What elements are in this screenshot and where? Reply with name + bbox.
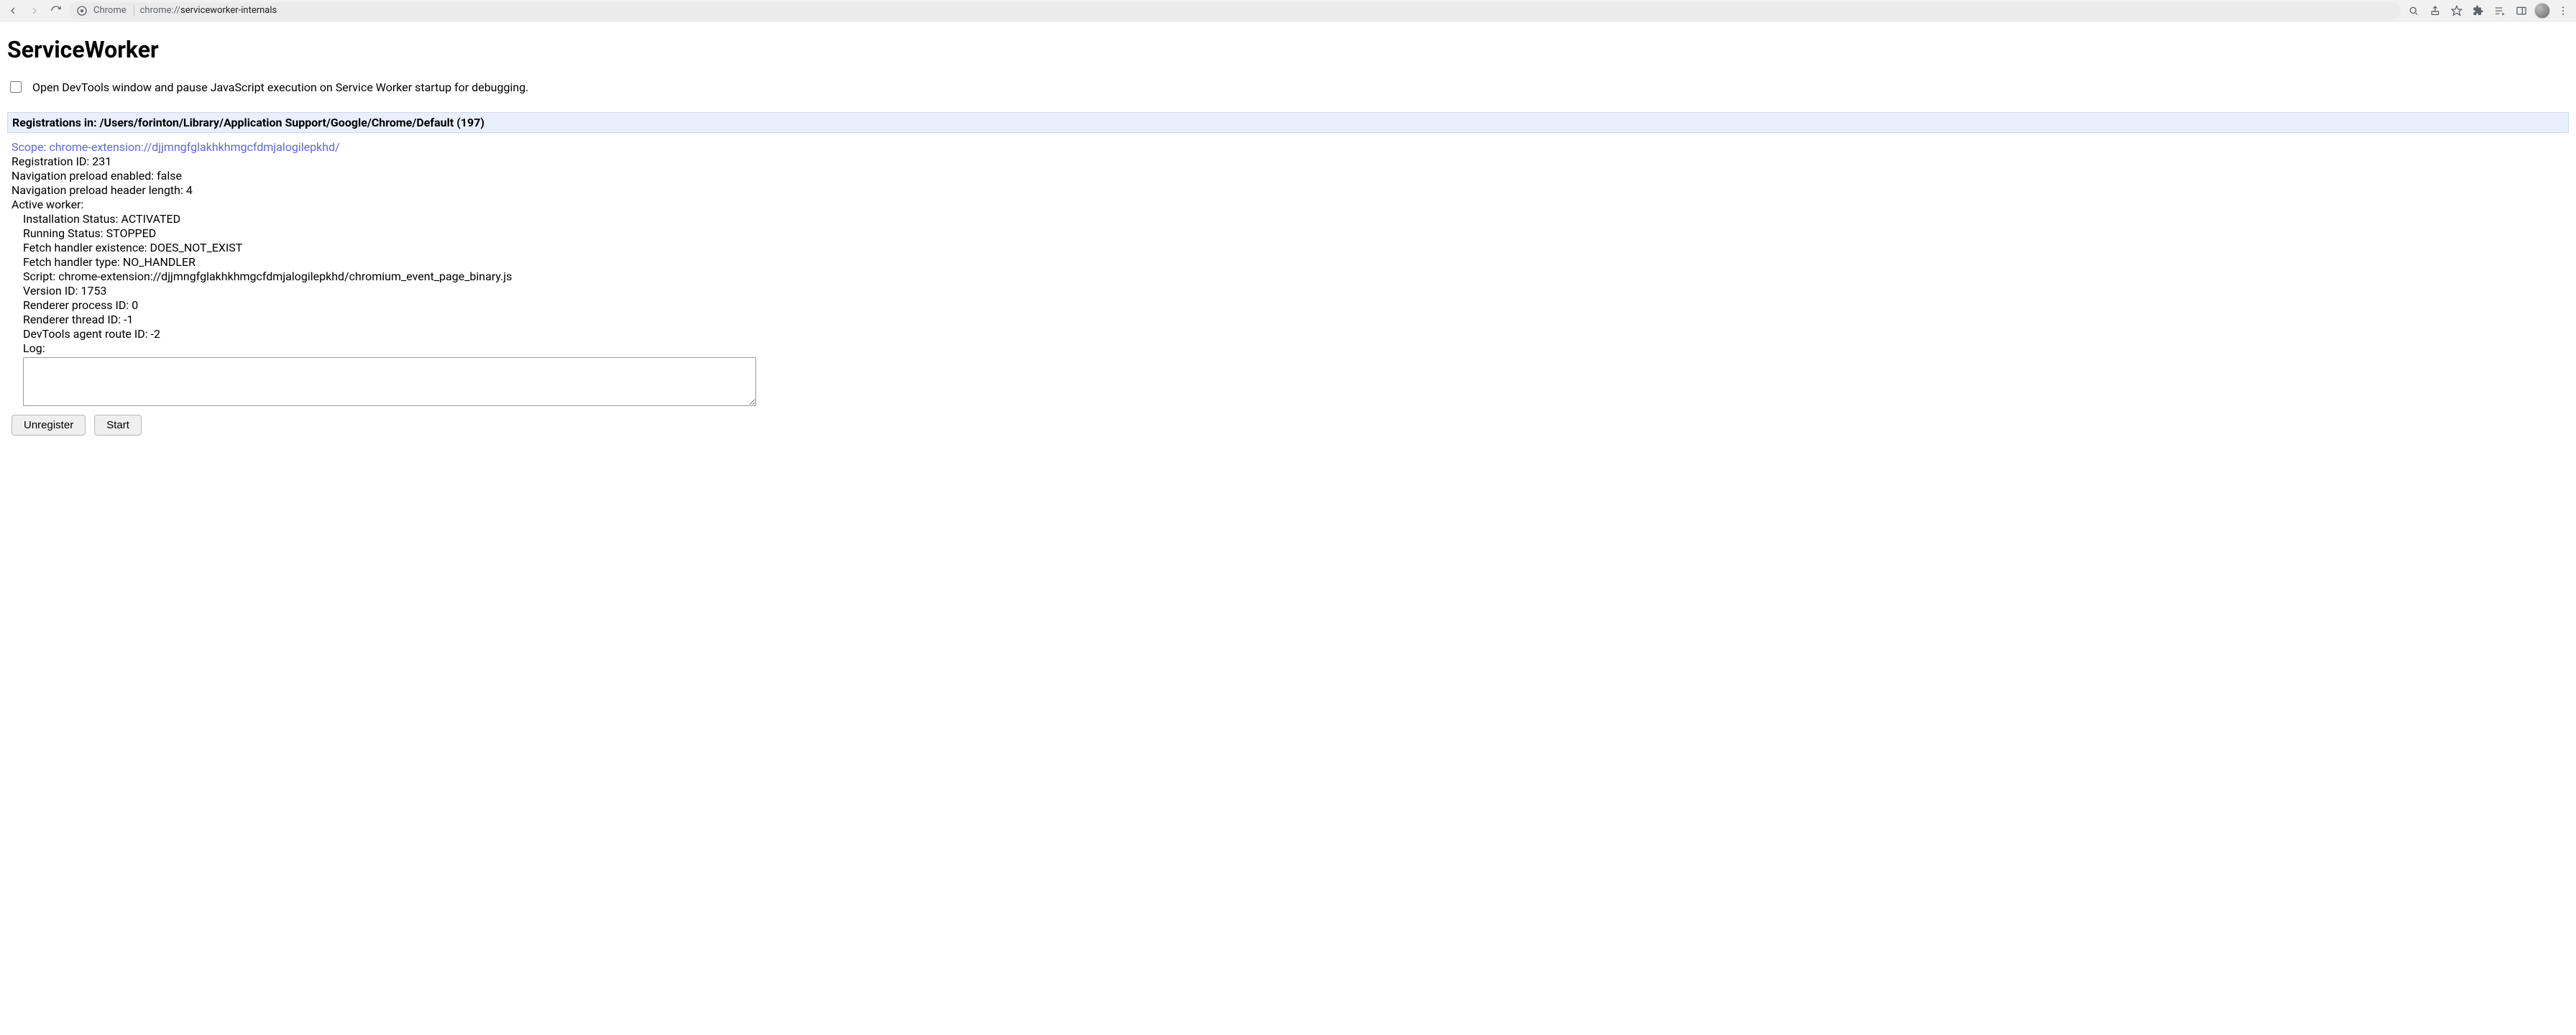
log-textarea[interactable] [23, 357, 756, 406]
address-site-label: Chrome [93, 5, 134, 16]
reading-list-button[interactable] [2491, 2, 2508, 19]
devtools-agent-route-id: DevTools agent route ID: -2 [23, 327, 2564, 341]
url-protocol: chrome:// [140, 5, 180, 16]
debug-checkbox-row[interactable]: Open DevTools window and pause JavaScrip… [7, 79, 2569, 95]
registration-details: Scope: chrome-extension://djjmngfglakhkh… [7, 133, 2569, 436]
extensions-button[interactable] [2470, 2, 2487, 19]
nav-preload-header-length: Navigation preload header length: 4 [12, 183, 2564, 198]
browser-toolbar: Chrome chrome://serviceworker-internals [0, 0, 2576, 22]
version-id: Version ID: 1753 [23, 284, 2564, 298]
start-button[interactable]: Start [94, 415, 142, 436]
debug-checkbox-label: Open DevTools window and pause JavaScrip… [32, 80, 528, 94]
address-url: chrome://serviceworker-internals [140, 5, 277, 16]
scope-row: Scope: chrome-extension://djjmngfglakhkh… [12, 140, 2564, 155]
renderer-process-id: Renderer process ID: 0 [23, 298, 2564, 313]
script-path: Script: chrome-extension://djjmngfglakhk… [23, 270, 2564, 284]
chrome-info-icon [76, 5, 88, 17]
panel-icon [2516, 5, 2527, 17]
nav-preload-enabled: Navigation preload enabled: false [12, 169, 2564, 183]
side-panel-button[interactable] [2513, 2, 2530, 19]
page-content: ServiceWorker Open DevTools window and p… [0, 22, 2576, 443]
action-buttons: Unregister Start [12, 415, 2564, 436]
fetch-handler-type: Fetch handler type: NO_HANDLER [23, 255, 2564, 270]
reload-icon [50, 5, 62, 17]
log-label: Log: [23, 341, 2564, 356]
share-icon [2429, 5, 2441, 17]
registrations-header: Registrations in: /Users/forinton/Librar… [7, 112, 2569, 133]
renderer-thread-id: Renderer thread ID: -1 [23, 313, 2564, 327]
profile-avatar[interactable] [2534, 3, 2550, 19]
forward-button[interactable] [26, 2, 43, 19]
page-title: ServiceWorker [7, 36, 2569, 63]
active-worker-label: Active worker: [12, 198, 2564, 212]
arrow-right-icon [29, 5, 40, 17]
debug-checkbox[interactable] [10, 81, 22, 93]
back-button[interactable] [4, 2, 22, 19]
bookmark-button[interactable] [2448, 2, 2465, 19]
arrow-left-icon [7, 5, 19, 17]
reload-button[interactable] [47, 2, 65, 19]
running-status: Running Status: STOPPED [23, 226, 2564, 241]
url-path: serviceworker-internals [180, 5, 277, 16]
zoom-button[interactable] [2405, 2, 2422, 19]
unregister-button[interactable]: Unregister [12, 415, 86, 436]
address-bar[interactable]: Chrome chrome://serviceworker-internals [69, 2, 2401, 19]
chrome-menu-button[interactable] [2554, 2, 2572, 19]
playlist-icon [2494, 5, 2506, 17]
star-icon [2451, 5, 2462, 17]
scope-link[interactable]: Scope: chrome-extension://djjmngfglakhkh… [12, 140, 340, 154]
puzzle-icon [2472, 5, 2484, 17]
kebab-icon [2557, 5, 2569, 17]
magnifier-icon [2408, 5, 2419, 17]
registration-id: Registration ID: 231 [12, 155, 2564, 169]
fetch-handler-existence: Fetch handler existence: DOES_NOT_EXIST [23, 241, 2564, 255]
share-button[interactable] [2426, 2, 2444, 19]
installation-status: Installation Status: ACTIVATED [23, 212, 2564, 226]
